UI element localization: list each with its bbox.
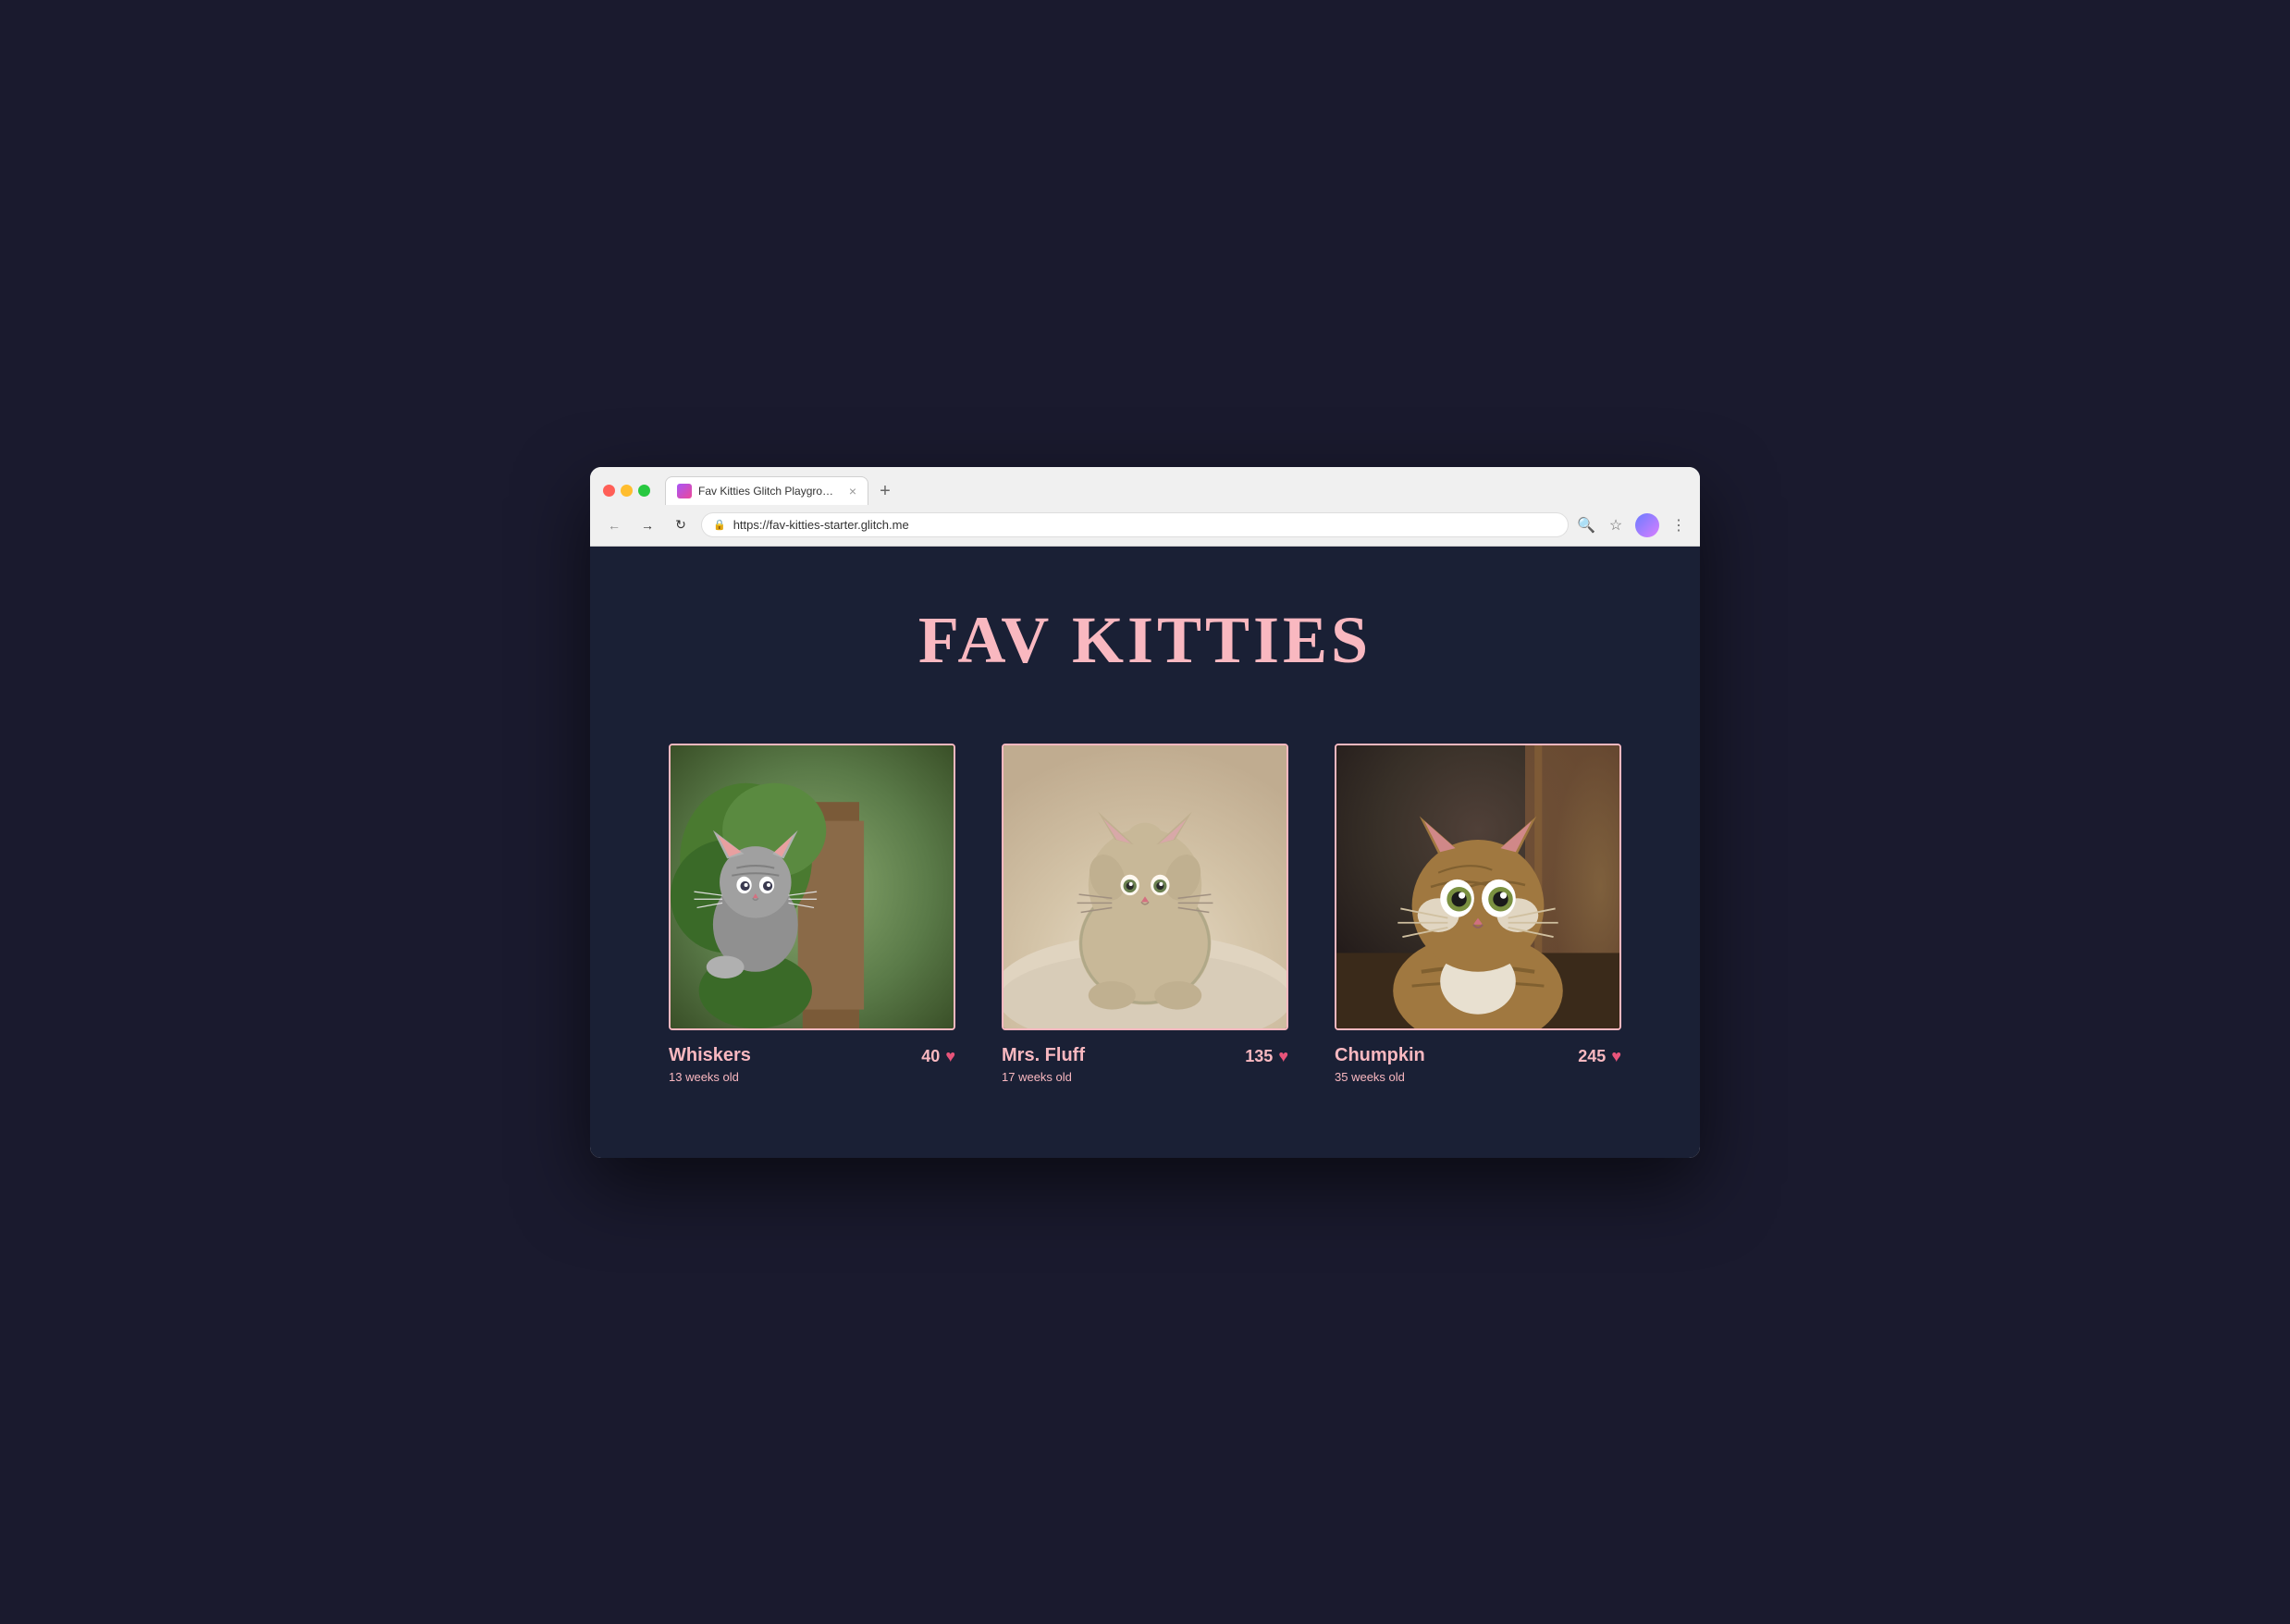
kitty-image-mrs-fluff[interactable] xyxy=(1002,744,1288,1030)
kitty-age-mrs-fluff: 17 weeks old xyxy=(1002,1070,1085,1084)
kitty-votes-whiskers[interactable]: 40 ♥ xyxy=(921,1045,955,1066)
tab-close-button[interactable]: × xyxy=(849,484,856,498)
mrs-fluff-vote-count: 135 xyxy=(1245,1047,1273,1066)
traffic-lights xyxy=(603,485,650,497)
browser-window: Fav Kitties Glitch Playground × + ← → ↻ … xyxy=(590,467,1700,1158)
kitty-image-chumpkin[interactable] xyxy=(1335,744,1621,1030)
kitty-name-age-mrs-fluff: Mrs. Fluff 17 weeks old xyxy=(1002,1045,1085,1084)
close-button[interactable] xyxy=(603,485,615,497)
kitty-card-chumpkin: Chumpkin 35 weeks old 245 ♥ xyxy=(1335,744,1621,1084)
whiskers-vote-count: 40 xyxy=(921,1047,940,1066)
chumpkin-vote-count: 245 xyxy=(1578,1047,1606,1066)
back-button[interactable]: ← xyxy=(601,512,627,538)
kitty-age-chumpkin: 35 weeks old xyxy=(1335,1070,1425,1084)
kitty-info-mrs-fluff: Mrs. Fluff 17 weeks old 135 ♥ xyxy=(1002,1045,1288,1084)
kitty-info-whiskers: Whiskers 13 weeks old 40 ♥ xyxy=(669,1045,955,1084)
new-tab-button[interactable]: + xyxy=(872,479,898,505)
tab-title: Fav Kitties Glitch Playground xyxy=(698,485,839,498)
heart-icon-whiskers: ♥ xyxy=(945,1047,955,1066)
kitty-name-age-chumpkin: Chumpkin 35 weeks old xyxy=(1335,1045,1425,1084)
heart-icon-chumpkin: ♥ xyxy=(1611,1047,1621,1066)
kitty-name-mrs-fluff: Mrs. Fluff xyxy=(1002,1045,1085,1066)
website-content: FAV KITTIES xyxy=(590,547,1700,1158)
tab-bar: Fav Kitties Glitch Playground × + xyxy=(665,476,1687,505)
profile-avatar[interactable] xyxy=(1635,513,1659,537)
maximize-button[interactable] xyxy=(638,485,650,497)
kitties-grid: Whiskers 13 weeks old 40 ♥ xyxy=(636,744,1654,1084)
kitty-card-whiskers: Whiskers 13 weeks old 40 ♥ xyxy=(669,744,955,1084)
kitty-card-mrs-fluff: Mrs. Fluff 17 weeks old 135 ♥ xyxy=(1002,744,1288,1084)
kitty-votes-chumpkin[interactable]: 245 ♥ xyxy=(1578,1045,1621,1066)
browser-toolbar: ← → ↻ 🔒 https://fav-kitties-starter.glit… xyxy=(590,505,1700,546)
browser-chrome: Fav Kitties Glitch Playground × + ← → ↻ … xyxy=(590,467,1700,547)
more-menu-icon[interactable]: ⋮ xyxy=(1668,515,1689,535)
kitty-name-whiskers: Whiskers xyxy=(669,1045,751,1066)
kitty-name-chumpkin: Chumpkin xyxy=(1335,1045,1425,1066)
search-icon[interactable]: 🔍 xyxy=(1576,515,1596,535)
kitty-info-chumpkin: Chumpkin 35 weeks old 245 ♥ xyxy=(1335,1045,1621,1084)
url-display: https://fav-kitties-starter.glitch.me xyxy=(733,518,1557,532)
toolbar-actions: 🔍 ☆ ⋮ xyxy=(1576,513,1689,537)
site-title: FAV KITTIES xyxy=(918,602,1372,679)
kitty-image-whiskers[interactable] xyxy=(669,744,955,1030)
browser-tab-active[interactable]: Fav Kitties Glitch Playground × xyxy=(665,476,868,505)
lock-icon: 🔒 xyxy=(713,519,726,531)
forward-button[interactable]: → xyxy=(634,512,660,538)
kitty-age-whiskers: 13 weeks old xyxy=(669,1070,751,1084)
bookmark-icon[interactable]: ☆ xyxy=(1606,515,1626,535)
address-bar[interactable]: 🔒 https://fav-kitties-starter.glitch.me xyxy=(701,512,1569,537)
minimize-button[interactable] xyxy=(621,485,633,497)
heart-icon-mrs-fluff: ♥ xyxy=(1278,1047,1288,1066)
kitty-votes-mrs-fluff[interactable]: 135 ♥ xyxy=(1245,1045,1288,1066)
browser-titlebar: Fav Kitties Glitch Playground × + xyxy=(590,467,1700,505)
refresh-button[interactable]: ↻ xyxy=(668,512,694,538)
kitty-name-age-whiskers: Whiskers 13 weeks old xyxy=(669,1045,751,1084)
tab-favicon xyxy=(677,484,692,498)
